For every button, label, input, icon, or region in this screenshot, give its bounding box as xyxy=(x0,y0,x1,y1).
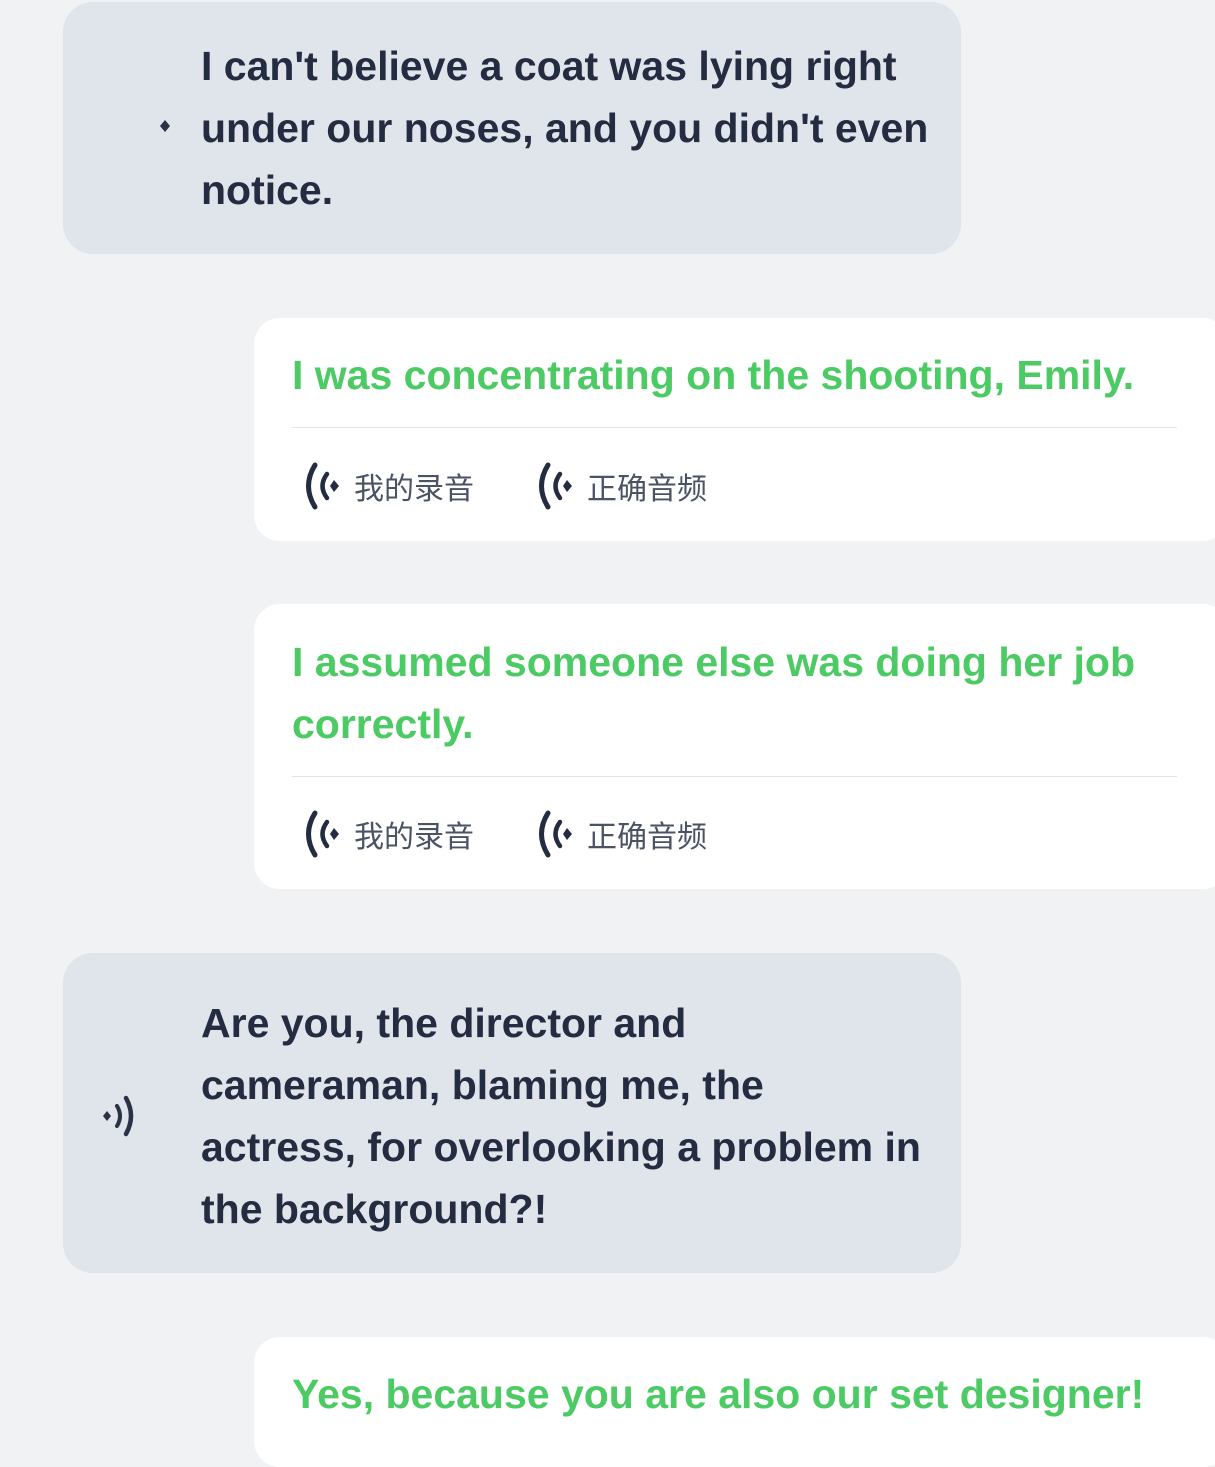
divider xyxy=(292,776,1177,777)
correct-audio-button[interactable]: 正确音频 xyxy=(533,460,707,512)
correct-audio-label: 正确音频 xyxy=(587,820,707,855)
user-sentence: Yes, because you are also our set design… xyxy=(292,1371,1145,1417)
user-sentence: I assumed someone else was doing her job… xyxy=(292,639,1136,747)
partner-message-1: I can't believe a coat was lying right u… xyxy=(63,2,961,254)
my-recording-button[interactable]: 我的录音 xyxy=(300,460,474,512)
partner-message-text: Are you, the director and cameraman, bla… xyxy=(201,1000,921,1232)
audio-wave-icon xyxy=(533,460,579,512)
divider xyxy=(292,427,1177,428)
user-message-card-2: I assumed someone else was doing her job… xyxy=(254,604,1215,889)
correct-audio-button[interactable]: 正确音频 xyxy=(533,808,707,860)
user-message-card-3: Yes, because you are also our set design… xyxy=(254,1337,1215,1467)
correct-audio-label: 正确音频 xyxy=(587,472,707,507)
audio-wave-icon xyxy=(300,808,346,860)
user-sentence: I was concentrating on the shooting, Emi… xyxy=(292,352,1135,398)
my-recording-label: 我的录音 xyxy=(354,472,474,507)
speaker-icon[interactable] xyxy=(155,115,175,142)
partner-message-text: I can't believe a coat was lying right u… xyxy=(201,43,929,213)
speaker-playing-icon[interactable] xyxy=(101,1093,141,1144)
my-recording-button[interactable]: 我的录音 xyxy=(300,808,474,860)
audio-wave-icon xyxy=(533,808,579,860)
my-recording-label: 我的录音 xyxy=(354,820,474,855)
audio-wave-icon xyxy=(300,460,346,512)
user-message-card-1: I was concentrating on the shooting, Emi… xyxy=(254,318,1215,541)
partner-message-2: Are you, the director and cameraman, bla… xyxy=(63,953,961,1273)
